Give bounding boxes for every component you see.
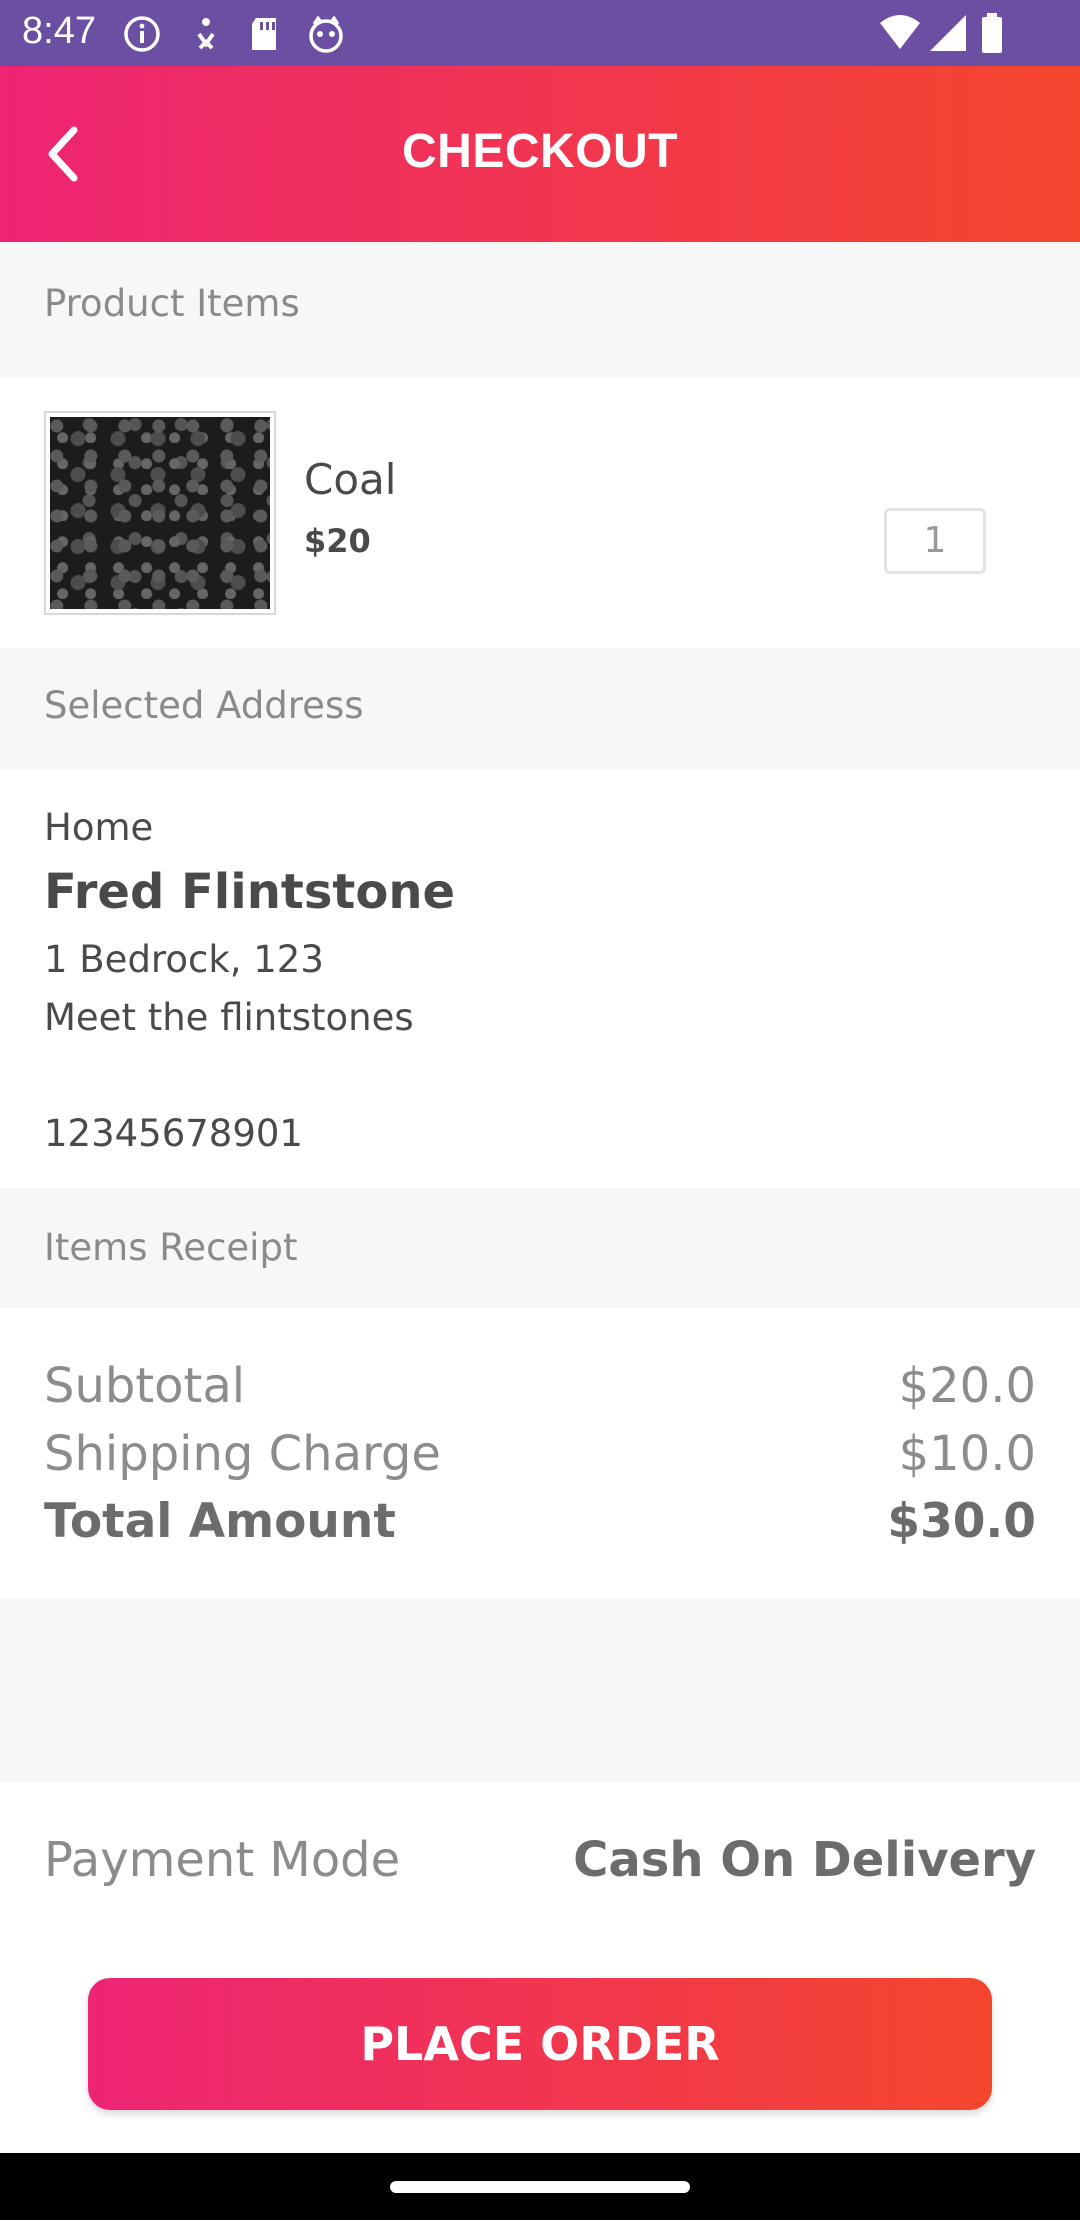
address-phone: 12345678901 [44, 1112, 303, 1155]
section-title: Items Receipt [44, 1226, 298, 1269]
section-title: Product Items [44, 282, 300, 325]
payment-mode-value: Cash On Delivery [573, 1832, 1036, 1888]
system-nav-bar [0, 2153, 1080, 2220]
page-title: CHECKOUT [402, 125, 678, 178]
address-type: Home [44, 806, 154, 849]
place-order-button[interactable]: PLACE ORDER [88, 1978, 992, 2110]
payment-mode-label: Payment Mode [44, 1832, 401, 1888]
app-header: CHECKOUT [0, 66, 1080, 242]
quantity-field[interactable]: 1 [884, 508, 986, 574]
status-bar: 8:47 [0, 0, 1080, 66]
shipping-row: Shipping Charge $10.0 [44, 1426, 1036, 1482]
product-price: $20 [304, 522, 371, 560]
sd-card-icon [252, 18, 276, 50]
total-value: $30.0 [887, 1494, 1036, 1549]
total-row: Total Amount $30.0 [44, 1494, 1036, 1549]
section-header-receipt: Items Receipt [0, 1188, 1080, 1308]
address-line1: 1 Bedrock, 123 [44, 938, 324, 981]
product-image [44, 411, 276, 615]
subtotal-row: Subtotal $20.0 [44, 1358, 1036, 1414]
product-name: Coal [304, 455, 397, 504]
status-time: 8:47 [22, 10, 96, 52]
home-gesture-handle[interactable] [390, 2181, 690, 2193]
subtotal-label: Subtotal [44, 1358, 246, 1414]
shipping-label: Shipping Charge [44, 1426, 441, 1482]
divider-band [0, 1598, 1080, 1782]
battery-icon [982, 13, 1002, 53]
section-header-address: Selected Address [0, 648, 1080, 770]
app-notification-icon [309, 15, 343, 53]
address-name: Fred Flintstone [44, 864, 456, 920]
address-line2: Meet the flintstones [44, 996, 414, 1039]
wifi-icon [880, 15, 920, 49]
subtotal-value: $20.0 [898, 1358, 1036, 1414]
signal-icon [930, 15, 966, 51]
accessibility-icon [197, 18, 215, 50]
section-header-products: Product Items [0, 242, 1080, 378]
shipping-value: $10.0 [898, 1426, 1036, 1482]
total-label: Total Amount [44, 1494, 396, 1549]
info-icon [124, 16, 160, 52]
section-title: Selected Address [44, 684, 364, 727]
